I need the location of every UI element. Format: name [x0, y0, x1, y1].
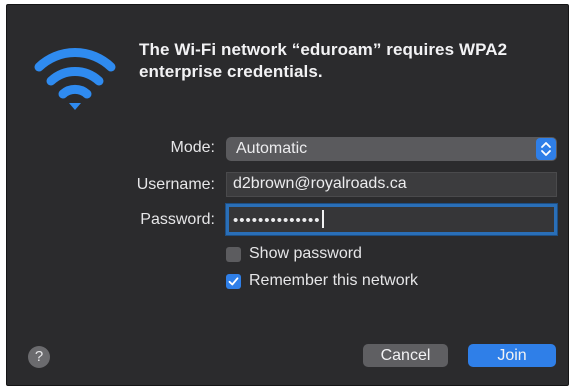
mode-label: Mode:: [170, 139, 215, 156]
mode-select[interactable]: Automatic: [226, 137, 557, 161]
username-field[interactable]: d2brown@royalroads.ca: [226, 172, 557, 197]
dialog-title: The Wi-Fi network “eduroam” requires WPA…: [139, 40, 508, 81]
cancel-button[interactable]: Cancel: [363, 344, 448, 367]
show-password-label[interactable]: Show password: [249, 245, 362, 263]
wifi-icon: [34, 48, 116, 110]
join-button[interactable]: Join: [468, 344, 556, 367]
help-button[interactable]: ?: [28, 346, 50, 368]
password-field[interactable]: ••••••••••••••: [226, 204, 557, 235]
wifi-credentials-dialog: The Wi-Fi network “eduroam” requires WPA…: [6, 4, 569, 386]
username-label: Username:: [136, 176, 215, 193]
show-password-checkbox[interactable]: [226, 247, 241, 262]
mode-value: Automatic: [236, 140, 308, 157]
checkmark-icon: [228, 277, 239, 286]
password-label: Password:: [140, 211, 215, 228]
select-stepper-icon: [536, 138, 556, 160]
remember-network-label[interactable]: Remember this network: [249, 272, 418, 290]
password-value: ••••••••••••••: [233, 212, 321, 229]
text-cursor: [321, 210, 324, 228]
username-value: d2brown@royalroads.ca: [233, 175, 407, 192]
remember-network-checkbox[interactable]: [226, 274, 241, 289]
